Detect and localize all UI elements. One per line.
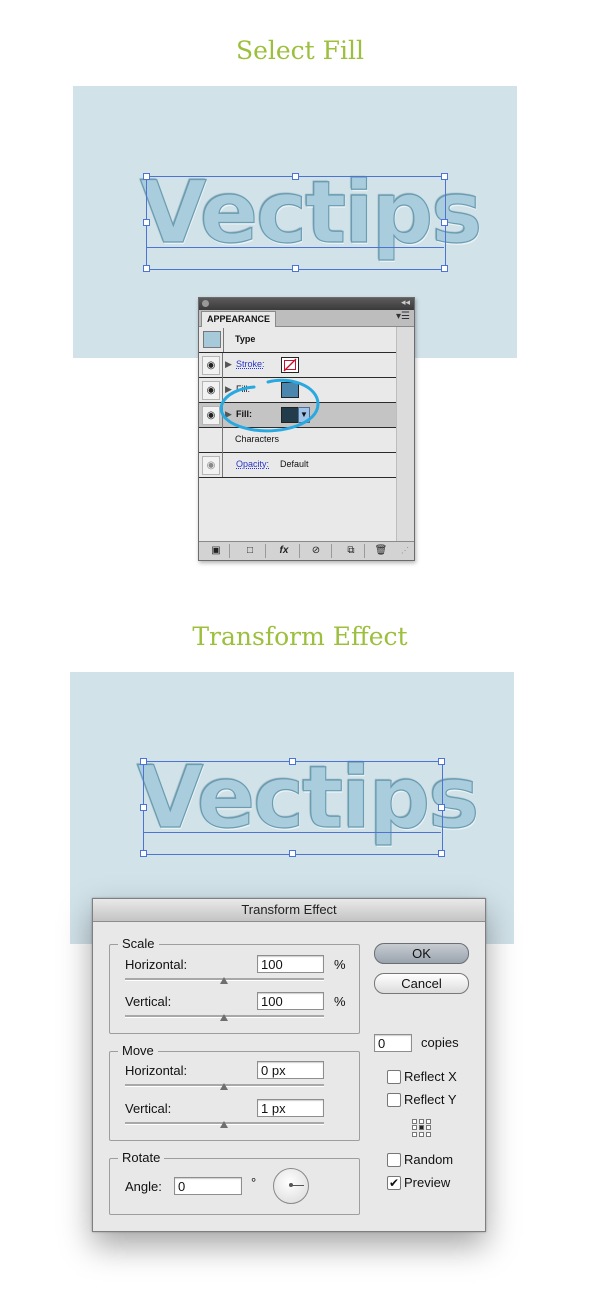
angle-label: Angle: [125, 1179, 162, 1194]
handle-middle-left[interactable] [143, 219, 150, 226]
panel-scrollbar[interactable] [396, 327, 414, 543]
move-vertical-label: Vertical: [125, 1101, 172, 1116]
preview-label[interactable]: Preview [404, 1175, 450, 1190]
copies-input[interactable]: 0 [374, 1034, 412, 1052]
tab-appearance[interactable]: APPEARANCE [201, 311, 277, 327]
scale-horizontal-label: Horizontal: [125, 957, 188, 972]
duplicate-icon[interactable]: ⧉ [344, 544, 358, 557]
handle-top-center[interactable] [292, 173, 299, 180]
handle-top-right[interactable] [438, 758, 445, 765]
angle-input[interactable]: 0 [174, 1177, 242, 1195]
clear-icon[interactable]: □ [243, 544, 257, 557]
reference-point-icon[interactable] [412, 1119, 432, 1137]
stroke-none-swatch[interactable] [281, 357, 299, 373]
rotate-group: Rotate Angle: 0 ° [109, 1150, 360, 1215]
type-label: Type [235, 334, 256, 344]
move-vertical-thumb[interactable] [220, 1121, 228, 1128]
checkmark-icon: ✔ [388, 1176, 400, 1190]
scale-vertical-thumb[interactable] [220, 1014, 228, 1021]
handle-top-left[interactable] [143, 173, 150, 180]
eye-icon[interactable]: ◉ [202, 356, 220, 375]
transform-effect-dialog: Transform Effect Scale Horizontal: 100 %… [92, 898, 486, 1232]
move-horizontal-label: Horizontal: [125, 1063, 188, 1078]
dialog-title[interactable]: Transform Effect [93, 899, 485, 922]
type-thumbnail [203, 331, 221, 348]
section-title-select-fill: Select Fill [235, 36, 365, 65]
panel-bottom-toolbar: ▣ □ fx ⊘ ⧉ 🗑 ⋰ [199, 541, 414, 560]
random-label[interactable]: Random [404, 1152, 453, 1167]
trash-icon[interactable]: 🗑 [374, 544, 388, 557]
reflect-x-label[interactable]: Reflect X [404, 1069, 457, 1084]
rotate-group-label: Rotate [118, 1150, 165, 1165]
ok-button[interactable]: OK [374, 943, 469, 964]
preview-checkbox[interactable]: ✔ [387, 1176, 401, 1190]
no-icon[interactable]: ⊘ [309, 544, 323, 557]
scale-group-label: Scale [118, 936, 159, 951]
scale-vertical-input[interactable]: 100 [257, 992, 324, 1010]
handle-top-left[interactable] [140, 758, 147, 765]
selection-bounding-box-top[interactable] [146, 176, 446, 270]
handle-bottom-right[interactable] [441, 265, 448, 272]
scale-horizontal-thumb[interactable] [220, 977, 228, 984]
new-art-icon[interactable]: ▣ [209, 544, 223, 557]
text-baseline-bottom [143, 832, 441, 833]
reflect-y-checkbox[interactable] [387, 1093, 401, 1107]
collapse-icon[interactable]: ◂◂ [401, 297, 410, 308]
angle-dial[interactable] [273, 1168, 309, 1204]
handle-bottom-center[interactable] [289, 850, 296, 857]
panel-tabbar: APPEARANCE ▾☰ [199, 310, 414, 327]
move-horizontal-input[interactable]: 0 px [257, 1061, 324, 1079]
reflect-y-label[interactable]: Reflect Y [404, 1092, 457, 1107]
selection-bounding-box-bottom[interactable] [143, 761, 443, 855]
close-icon[interactable] [202, 300, 209, 307]
handle-bottom-right[interactable] [438, 850, 445, 857]
handle-top-center[interactable] [289, 758, 296, 765]
scale-group: Scale Horizontal: 100 % Vertical: 100 % [109, 936, 360, 1034]
scale-vertical-label: Vertical: [125, 994, 172, 1009]
panel-menu-icon[interactable]: ▾☰ [396, 311, 410, 322]
appearance-row-opacity[interactable]: ◉ Opacity: Default [199, 453, 396, 478]
move-group-label: Move [118, 1043, 158, 1058]
handle-middle-right[interactable] [438, 804, 445, 811]
move-group: Move Horizontal: 0 px Vertical: 1 px [109, 1043, 360, 1141]
random-checkbox[interactable] [387, 1153, 401, 1167]
expand-triangle-icon[interactable]: ▶ [225, 359, 232, 370]
handle-middle-right[interactable] [441, 219, 448, 226]
handle-bottom-left[interactable] [140, 850, 147, 857]
reflect-x-checkbox[interactable] [387, 1070, 401, 1084]
degree-symbol: ° [251, 1175, 257, 1190]
opacity-link[interactable]: Opacity: [236, 459, 269, 469]
handle-bottom-left[interactable] [143, 265, 150, 272]
eye-icon[interactable]: ◉ [202, 456, 220, 475]
handle-top-right[interactable] [441, 173, 448, 180]
text-baseline-top [146, 247, 444, 248]
copies-label: copies [421, 1035, 459, 1050]
handle-middle-left[interactable] [140, 804, 147, 811]
scale-horizontal-unit: % [334, 957, 346, 972]
cancel-button[interactable]: Cancel [374, 973, 469, 994]
scale-horizontal-input[interactable]: 100 [257, 955, 324, 973]
move-horizontal-thumb[interactable] [220, 1083, 228, 1090]
appearance-header-row: Type [199, 328, 396, 353]
stroke-link[interactable]: Stroke: [236, 359, 265, 369]
panel-titlebar[interactable]: ◂◂ [199, 297, 414, 310]
handle-bottom-center[interactable] [292, 265, 299, 272]
highlight-circle [219, 378, 320, 433]
none-slash-icon [283, 358, 297, 372]
angle-dial-center [289, 1183, 293, 1187]
move-vertical-input[interactable]: 1 px [257, 1099, 324, 1117]
scale-vertical-unit: % [334, 994, 346, 1009]
resize-grip-icon[interactable]: ⋰ [398, 544, 412, 557]
opacity-value: Default [280, 459, 309, 469]
fx-icon[interactable]: fx [277, 544, 291, 557]
section-title-transform-effect: Transform Effect [192, 622, 408, 651]
